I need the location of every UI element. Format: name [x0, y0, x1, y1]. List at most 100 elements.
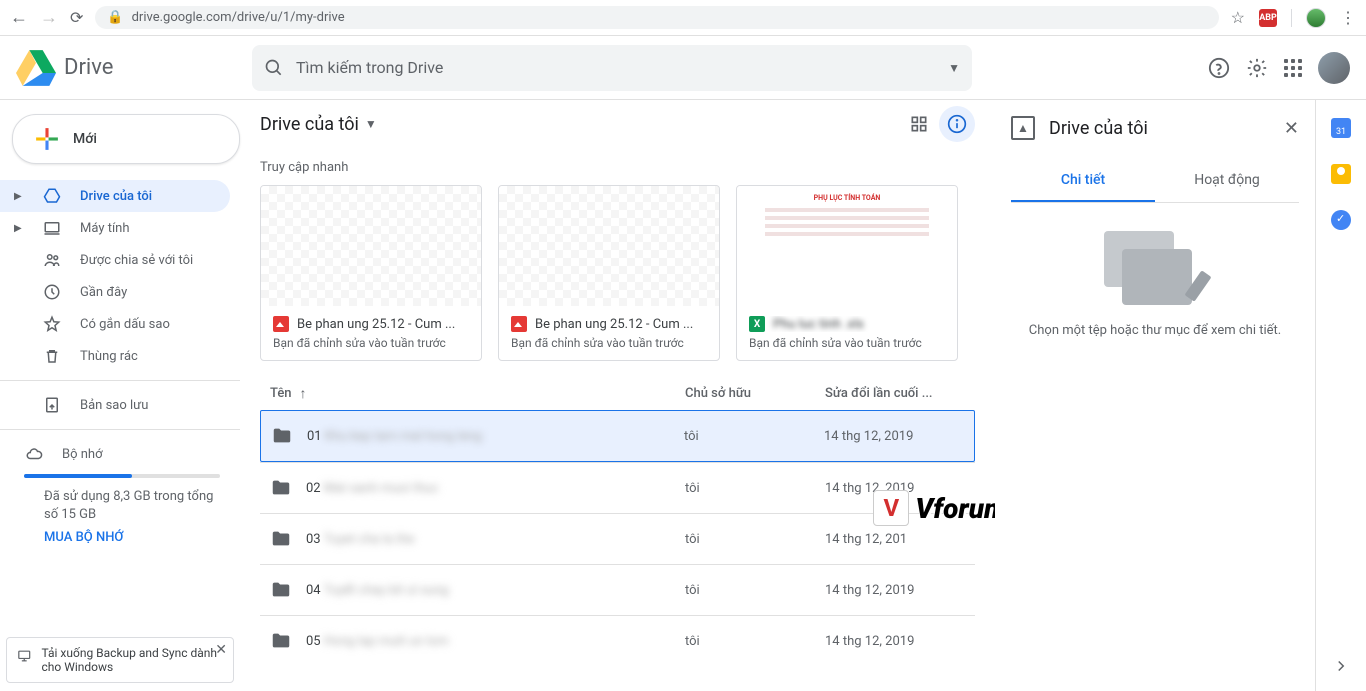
table-row[interactable]: 04Tuyết chay bit ul sung tôi 14 thg 12, … — [260, 564, 975, 615]
thumbnail: PHỤ LỤC TÍNH TOÁN — [737, 186, 957, 306]
sidebar-item-recent[interactable]: Gần đây — [0, 276, 230, 308]
toast-text: Tải xuống Backup and Sync dành cho Windo… — [42, 646, 224, 674]
file-owner: tôi — [685, 583, 825, 598]
folder-icon — [270, 630, 292, 652]
file-modified: 14 thg 12, 2019 — [825, 481, 965, 496]
divider — [0, 429, 240, 430]
search-bar[interactable]: ▼ — [252, 45, 972, 91]
search-options-icon[interactable]: ▼ — [948, 61, 960, 75]
quick-access-label: Truy cập nhanh — [260, 160, 975, 175]
file-name: 02Mat sanh muoi thuc — [306, 481, 685, 496]
tab-details[interactable]: Chi tiết — [1011, 160, 1155, 202]
folder-icon — [271, 425, 293, 447]
file-list: 01Khu kep tarn mal hong leng tôi 14 thg … — [260, 410, 975, 666]
search-icon — [264, 58, 284, 78]
col-name-label[interactable]: Tên — [270, 386, 292, 401]
file-owner: tôi — [685, 634, 825, 649]
bookmark-icon[interactable]: ☆ — [1231, 8, 1245, 27]
sidebar-item-trash[interactable]: Thùng rác — [0, 340, 230, 372]
empty-illustration — [1100, 227, 1210, 307]
sidebar-item-label: Có gắn dấu sao — [80, 317, 210, 332]
browser-toolbar: ← → ⟳ 🔒 drive.google.com/drive/u/1/my-dr… — [0, 0, 1366, 36]
apps-icon[interactable] — [1284, 59, 1302, 77]
app-name: Drive — [64, 55, 113, 80]
account-avatar[interactable] — [1318, 52, 1350, 84]
info-button[interactable] — [939, 106, 975, 142]
keep-icon[interactable] — [1331, 164, 1351, 184]
help-icon[interactable] — [1208, 57, 1230, 79]
sidebar-item-label: Máy tính — [80, 221, 210, 236]
sort-arrow-icon[interactable]: ↑ — [300, 385, 307, 402]
sidebar-item-label: Bộ nhớ — [62, 447, 210, 462]
close-icon[interactable]: ✕ — [1284, 118, 1299, 139]
table-row[interactable]: 03Tuyet cha la the tôi 14 thg 12, 201 — [260, 513, 975, 564]
breadcrumb-title[interactable]: Drive của tôi — [260, 114, 359, 135]
sidebar: Mới ▶ Drive của tôi ▶ Máy tính Được chia… — [0, 100, 240, 691]
quick-card[interactable]: Be phan ung 25.12 - Cum ... Bạn đã chỉnh… — [260, 185, 482, 361]
sidebar-item-mydrive[interactable]: ▶ Drive của tôi — [0, 180, 230, 212]
table-row[interactable]: 02Mat sanh muoi thuc tôi 14 thg 12, 2019 — [260, 462, 975, 513]
mydrive-icon — [42, 187, 62, 205]
file-modified: 14 thg 12, 2019 — [824, 429, 964, 444]
file-name: 04Tuyết chay bit ul sung — [306, 583, 685, 598]
calendar-icon[interactable]: 31 — [1331, 118, 1351, 138]
file-name: 01Khu kep tarn mal hong leng — [307, 429, 684, 444]
back-button[interactable]: ← — [10, 7, 28, 28]
profile-icon[interactable] — [1306, 8, 1326, 28]
browser-menu-icon[interactable]: ⋮ — [1340, 8, 1356, 27]
address-bar[interactable]: 🔒 drive.google.com/drive/u/1/my-drive — [95, 6, 1218, 29]
reload-button[interactable]: ⟳ — [70, 8, 83, 27]
expand-icon[interactable] — [1332, 657, 1350, 675]
logo-area[interactable]: Drive — [16, 50, 252, 86]
sidebar-item-starred[interactable]: Có gắn dấu sao — [0, 308, 230, 340]
info-icon — [947, 114, 967, 134]
buy-storage-link[interactable]: MUA BỘ NHỚ — [44, 530, 123, 545]
col-modified-label[interactable]: Sửa đổi lần cuối ... — [825, 386, 965, 401]
table-row[interactable]: 01Khu kep tarn mal hong leng tôi 14 thg … — [260, 410, 975, 462]
sidebar-item-backups[interactable]: Bản sao lưu — [0, 389, 230, 421]
close-icon[interactable]: ✕ — [215, 642, 227, 658]
sidebar-item-label: Gần đây — [80, 285, 210, 300]
divider — [0, 380, 240, 381]
desktop-icon — [17, 646, 32, 666]
trash-icon — [42, 347, 62, 365]
abp-extension-icon[interactable]: ABP — [1259, 9, 1277, 27]
sidebar-item-label: Bản sao lưu — [80, 398, 210, 413]
file-owner: tôi — [684, 429, 824, 444]
backup-sync-toast[interactable]: Tải xuống Backup and Sync dành cho Windo… — [6, 637, 234, 683]
sidebar-item-label: Được chia sẻ với tôi — [80, 253, 210, 268]
new-button[interactable]: Mới — [12, 114, 240, 164]
backups-icon — [42, 396, 62, 414]
grid-view-icon[interactable] — [909, 114, 929, 134]
forward-button[interactable]: → — [40, 7, 58, 28]
url-host: drive.google.com — [132, 10, 232, 25]
sidebar-item-shared[interactable]: Được chia sẻ với tôi — [0, 244, 230, 276]
tasks-icon[interactable] — [1331, 210, 1351, 230]
table-header: Tên ↑ Chủ sở hữu Sửa đổi lần cuối ... — [260, 385, 975, 410]
details-title: Drive của tôi — [1049, 118, 1270, 139]
recent-icon — [42, 283, 62, 301]
storage-section: Đã sử dụng 8,3 GB trong tổng số 15 GB MU… — [0, 470, 240, 549]
tab-activity[interactable]: Hoạt động — [1155, 160, 1299, 202]
storage-bar — [24, 474, 220, 478]
card-title: Be phan ung 25.12 - Cum ... — [297, 317, 455, 332]
sidebar-item-storage[interactable]: Bộ nhớ — [0, 438, 230, 470]
settings-icon[interactable] — [1246, 57, 1268, 79]
computers-icon — [42, 219, 62, 237]
col-owner-label[interactable]: Chủ sở hữu — [685, 386, 825, 401]
folder-icon — [270, 477, 292, 499]
empty-message: Chọn một tệp hoặc thư mục để xem chi tiế… — [1021, 323, 1289, 338]
divider — [1291, 9, 1292, 27]
search-input[interactable] — [296, 58, 936, 77]
storage-text: Đã sử dụng 8,3 GB trong tổng số 15 GB — [44, 488, 220, 524]
sidebar-item-computers[interactable]: ▶ Máy tính — [0, 212, 230, 244]
new-button-label: Mới — [73, 131, 97, 147]
chevron-down-icon[interactable]: ▼ — [365, 117, 377, 131]
table-row[interactable]: 05Hong lap mutt un lom tôi 14 thg 12, 20… — [260, 615, 975, 666]
quick-card[interactable]: Be phan ung 25.12 - Cum ... Bạn đã chỉnh… — [498, 185, 720, 361]
sidebar-item-label: Drive của tôi — [80, 189, 210, 204]
file-name: 05Hong lap mutt un lom — [306, 634, 685, 649]
chevron-right-icon: ▶ — [14, 223, 24, 234]
details-panel: ▲ Drive của tôi ✕ Chi tiết Hoạt động Chọ… — [995, 100, 1315, 691]
quick-card[interactable]: PHỤ LỤC TÍNH TOÁN XPhu luc tinh .xls Bạn… — [736, 185, 958, 361]
